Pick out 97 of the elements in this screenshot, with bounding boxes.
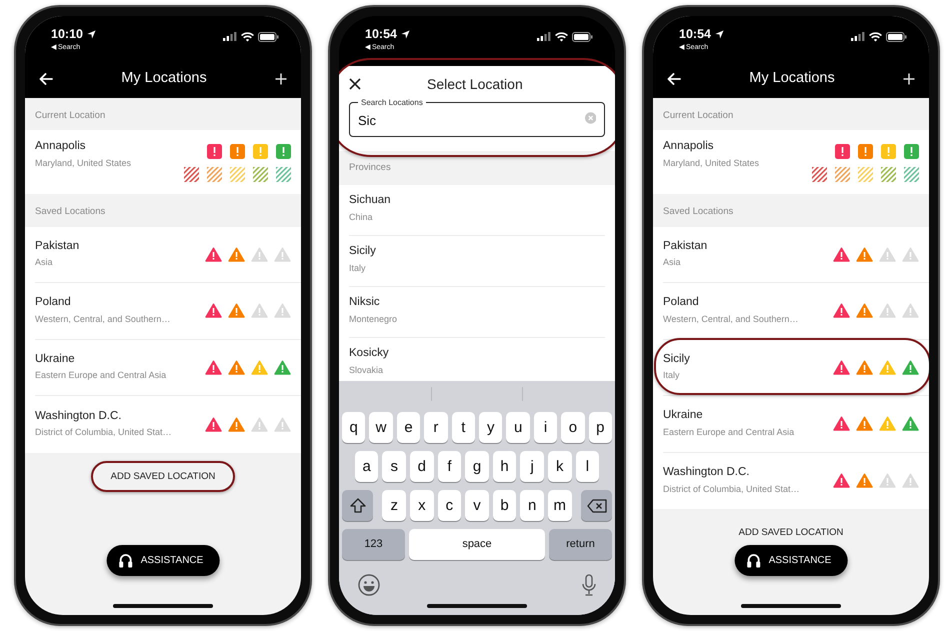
result-region: Montenegro — [349, 314, 398, 326]
shift-key[interactable] — [342, 490, 373, 521]
status-time: 10:54 — [365, 28, 397, 40]
screen-title: My Locations — [121, 69, 207, 88]
add-saved-location-button[interactable]: ADD SAVED LOCATION — [90, 460, 236, 492]
plus-icon[interactable] — [903, 73, 915, 85]
keyboard-key[interactable]: c — [438, 490, 462, 521]
delete-key[interactable] — [581, 490, 612, 521]
signal-icon — [223, 32, 237, 41]
keyboard-key[interactable]: f — [438, 451, 462, 482]
wifi-icon — [869, 32, 882, 42]
back-arrow-icon[interactable] — [39, 73, 53, 85]
keyboard-key[interactable]: g — [465, 451, 489, 482]
back-arrow-icon[interactable] — [667, 73, 681, 85]
shift-icon — [350, 498, 366, 513]
location-name: Pakistan — [35, 240, 80, 254]
keyboard-key[interactable]: m — [548, 490, 572, 521]
result-region: Italy — [349, 263, 367, 275]
delete-icon — [586, 498, 606, 512]
battery-icon — [572, 32, 593, 42]
keyboard-key[interactable]: k — [548, 451, 572, 482]
keyboard-key[interactable]: l — [576, 451, 600, 482]
keyboard-key[interactable]: return — [549, 529, 612, 560]
result-region: Slovakia — [349, 365, 384, 377]
location-region: Eastern Europe and Central Asia — [663, 426, 794, 438]
location-region: Maryland, United States — [663, 158, 760, 170]
location-region: District of Columbia, United Stat… — [663, 484, 800, 496]
location-region: Asia — [35, 257, 54, 269]
result-name: Sicily — [349, 245, 377, 260]
location-arrow-icon — [400, 30, 410, 39]
section-header: Provinces — [339, 151, 615, 186]
keyboard-key[interactable]: z — [382, 490, 406, 521]
search-field[interactable]: Search Locations Sic — [349, 98, 605, 138]
location-region: Western, Central, and Southern… — [35, 314, 170, 326]
keyboard-key[interactable]: j — [520, 451, 544, 482]
result-region: China — [349, 212, 374, 224]
location-name: Ukraine — [663, 409, 704, 423]
keyboard-key[interactable]: y — [479, 412, 502, 443]
keyboard-key[interactable]: 123 — [342, 529, 405, 560]
result-name: Niksic — [349, 296, 381, 310]
location-name: Poland — [663, 296, 700, 310]
screen-title: My Locations — [749, 69, 835, 88]
keyboard-key[interactable]: q — [342, 412, 366, 443]
location-name: Washington D.C. — [663, 466, 750, 480]
location-region: Maryland, United States — [35, 158, 132, 170]
headphones-icon — [746, 553, 761, 568]
keyboard-key[interactable]: w — [369, 412, 393, 443]
signal-icon — [851, 32, 865, 41]
plus-icon[interactable] — [275, 73, 287, 85]
location-name: Washington D.C. — [35, 410, 122, 424]
headphones-icon — [118, 553, 133, 568]
keyboard-key[interactable]: h — [492, 451, 516, 482]
close-icon[interactable] — [349, 78, 361, 90]
status-time: 10:10 — [51, 28, 83, 40]
location-region: District of Columbia, United Stat… — [35, 427, 172, 439]
keyboard-key[interactable]: t — [452, 412, 475, 443]
location-name: Annapolis — [663, 140, 715, 154]
search-input[interactable]: Sic — [358, 106, 585, 130]
keyboard-key[interactable]: o — [561, 412, 585, 443]
keyboard-key[interactable]: i — [534, 412, 558, 443]
signal-icon — [537, 32, 551, 41]
keyboard-key[interactable]: u — [506, 412, 530, 443]
location-name: Annapolis — [35, 140, 87, 154]
location-arrow-icon — [86, 30, 96, 39]
microphone-icon[interactable] — [582, 574, 596, 596]
keyboard-key[interactable]: e — [396, 412, 420, 443]
screen-title: Select Location — [427, 74, 523, 94]
keyboard-key[interactable]: d — [410, 451, 434, 482]
keyboard-key[interactable]: p — [588, 412, 612, 443]
space-key[interactable]: space — [409, 529, 545, 560]
wifi-icon — [555, 32, 568, 42]
location-name: Poland — [35, 296, 72, 310]
keyboard-key[interactable]: a — [354, 451, 378, 482]
assistance-button[interactable]: ASSISTANCE — [106, 545, 220, 576]
location-region: Asia — [663, 257, 682, 269]
keyboard-key[interactable]: v — [465, 490, 489, 521]
status-time: 10:54 — [679, 28, 711, 40]
battery-icon — [258, 32, 279, 42]
location-name: Pakistan — [663, 240, 708, 254]
location-region: Italy — [663, 370, 681, 382]
keyboard-key[interactable]: x — [410, 490, 434, 521]
result-name: Sichuan — [349, 194, 392, 208]
keyboard-key[interactable]: s — [382, 451, 406, 482]
location-region: Eastern Europe and Central Asia — [35, 370, 166, 382]
wifi-icon — [241, 32, 254, 42]
location-region: Western, Central, and Southern… — [663, 314, 798, 326]
keyboard-key[interactable]: n — [520, 490, 544, 521]
emoji-icon[interactable] — [358, 574, 380, 596]
battery-icon — [886, 32, 907, 42]
location-name: Sicily — [663, 352, 690, 366]
field-label: Search Locations — [360, 98, 424, 107]
result-name: Kosicky — [349, 347, 390, 362]
keyboard-key[interactable]: b — [492, 490, 516, 521]
location-arrow-icon — [714, 30, 724, 39]
location-name: Ukraine — [35, 352, 76, 366]
keyboard-key[interactable]: r — [424, 412, 448, 443]
assistance-button[interactable]: ASSISTANCE — [734, 545, 848, 576]
